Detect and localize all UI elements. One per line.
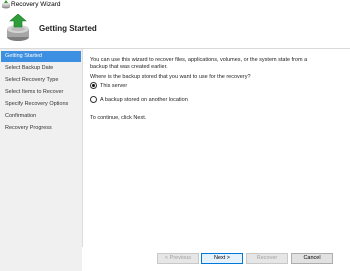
wizard-steps-sidebar: Getting Started Select Backup Date Selec… — [0, 49, 83, 271]
next-button[interactable]: Next > — [201, 253, 243, 264]
previous-button[interactable]: < Previous — [157, 253, 199, 264]
intro-text: You can use this wizard to recover files… — [90, 57, 308, 70]
option-another-location[interactable]: A backup stored on another location — [90, 96, 188, 104]
option-this-server[interactable]: This server — [90, 82, 127, 90]
location-question: Where is the backup stored that you want… — [90, 74, 251, 80]
wizard-footer: < Previous Next > Recover Cancel — [82, 247, 350, 271]
recover-button[interactable]: Recover — [246, 253, 288, 264]
backup-restore-icon — [7, 14, 29, 41]
step-confirmation[interactable]: Confirmation — [1, 111, 81, 122]
page-heading: Getting Started — [39, 24, 97, 33]
recovery-wizard-icon — [2, 0, 10, 9]
option-this-server-label: This server — [100, 83, 128, 89]
step-select-items-to-recover[interactable]: Select Items to Recover — [1, 87, 81, 98]
step-specify-recovery-options[interactable]: Specify Recovery Options — [1, 99, 81, 110]
step-select-backup-date[interactable]: Select Backup Date — [1, 63, 81, 74]
title-bar: Recovery Wizard — [0, 0, 350, 11]
radio-another-location[interactable] — [90, 96, 97, 104]
step-select-recovery-type[interactable]: Select Recovery Type — [1, 75, 81, 86]
continue-text: To continue, click Next. — [90, 115, 147, 121]
wizard-header: Getting Started — [0, 11, 350, 49]
radio-this-server[interactable] — [90, 82, 97, 90]
step-recovery-progress[interactable]: Recovery Progress — [1, 123, 81, 134]
step-getting-started[interactable]: Getting Started — [1, 51, 81, 62]
intro-text-block: You can use this wizard to recover files… — [90, 57, 342, 81]
option-another-location-label: A backup stored on another location — [100, 97, 188, 103]
cancel-button[interactable]: Cancel — [291, 253, 333, 264]
window-title: Recovery Wizard — [11, 1, 61, 8]
continue-instruction: To continue, click Next. — [90, 115, 342, 122]
